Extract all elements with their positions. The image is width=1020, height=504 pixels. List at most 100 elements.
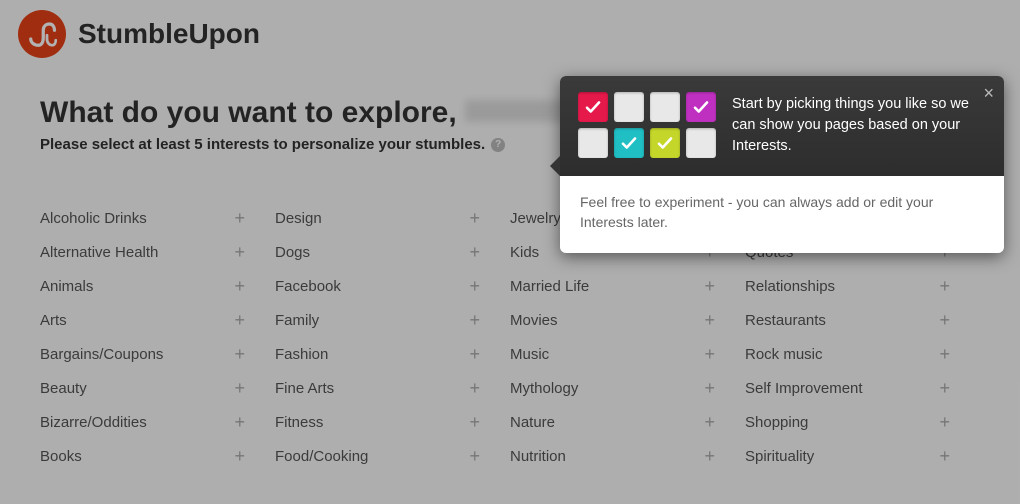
interest-label: Family <box>275 312 319 329</box>
interest-item[interactable]: Married Life+ <box>510 269 745 303</box>
interest-item[interactable]: Family + <box>275 303 510 337</box>
close-icon[interactable]: × <box>983 84 994 102</box>
interest-label: Self Improvement <box>745 380 863 397</box>
interest-item[interactable]: Fashion + <box>275 337 510 371</box>
subhead-text: Please select at least 5 interests to pe… <box>40 136 485 153</box>
interest-label: Bargains/Coupons <box>40 346 163 363</box>
check-box <box>614 128 644 158</box>
heading-prefix: What do you want to explore, <box>40 96 465 129</box>
plus-icon: + <box>234 209 245 227</box>
interest-item[interactable]: Food/Cooking + <box>275 439 510 473</box>
popover-top-text: Start by picking things you like so we c… <box>732 92 986 158</box>
interest-label: Shopping <box>745 414 808 431</box>
interest-item[interactable]: Arts + <box>40 303 275 337</box>
check-box <box>614 92 644 122</box>
interest-label: Rock music <box>745 346 823 363</box>
plus-icon: + <box>939 345 950 363</box>
interest-item[interactable]: Animals+ <box>40 269 275 303</box>
plus-icon: + <box>939 379 950 397</box>
interest-label: Fine Arts <box>275 380 334 397</box>
interest-label: Movies <box>510 312 558 329</box>
interest-item[interactable]: Nutrition+ <box>510 439 745 473</box>
check-box <box>650 128 680 158</box>
interest-item[interactable]: Fine Arts + <box>275 371 510 405</box>
plus-icon: + <box>234 345 245 363</box>
plus-icon: + <box>469 447 480 465</box>
interest-label: Arts <box>40 312 67 329</box>
interest-item[interactable]: Rock music + <box>745 337 980 371</box>
interest-item[interactable]: Music + <box>510 337 745 371</box>
interest-label: Books <box>40 448 82 465</box>
check-box <box>578 128 608 158</box>
interest-label: Fashion <box>275 346 328 363</box>
interest-label: Facebook <box>275 278 341 295</box>
check-box <box>578 92 608 122</box>
interest-label: Beauty <box>40 380 87 397</box>
plus-icon: + <box>704 345 715 363</box>
help-icon[interactable]: ? <box>491 138 505 152</box>
interest-item[interactable]: Beauty + <box>40 371 275 405</box>
header: StumbleUpon <box>0 0 1020 76</box>
plus-icon: + <box>469 243 480 261</box>
plus-icon: + <box>704 413 715 431</box>
interest-label: Design <box>275 210 322 227</box>
plus-icon: + <box>469 209 480 227</box>
popover-top: × Start by picking things you like so we… <box>560 76 1004 176</box>
interest-item[interactable]: Books + <box>40 439 275 473</box>
interest-item[interactable]: Bizarre/Oddities+ <box>40 405 275 439</box>
interest-item[interactable]: Spirituality + <box>745 439 980 473</box>
popover-arrow <box>550 156 560 176</box>
check-grid <box>578 92 716 158</box>
plus-icon: + <box>704 447 715 465</box>
plus-icon: + <box>939 277 950 295</box>
interest-label: Spirituality <box>745 448 814 465</box>
interest-item[interactable]: Nature + <box>510 405 745 439</box>
plus-icon: + <box>469 277 480 295</box>
interest-item[interactable]: Alternative Health + <box>40 235 275 269</box>
interest-item[interactable]: Relationships + <box>745 269 980 303</box>
interest-item[interactable]: Self Improvement + <box>745 371 980 405</box>
plus-icon: + <box>234 447 245 465</box>
interest-item[interactable]: Shopping + <box>745 405 980 439</box>
plus-icon: + <box>704 379 715 397</box>
interest-label: Kids <box>510 244 539 261</box>
interest-label: Relationships <box>745 278 835 295</box>
onboarding-popover: × Start by picking things you like so we… <box>560 76 1004 253</box>
interest-label: Animals <box>40 278 93 295</box>
interest-label: Music <box>510 346 549 363</box>
interest-label: Bizarre/Oddities <box>40 414 147 431</box>
interest-label: Dogs <box>275 244 310 261</box>
interest-label: Food/Cooking <box>275 448 368 465</box>
check-box <box>686 92 716 122</box>
plus-icon: + <box>469 413 480 431</box>
plus-icon: + <box>469 345 480 363</box>
interest-item[interactable]: Fitness + <box>275 405 510 439</box>
interest-item[interactable]: Movies + <box>510 303 745 337</box>
plus-icon: + <box>234 379 245 397</box>
interest-label: Fitness <box>275 414 323 431</box>
interest-label: Nature <box>510 414 555 431</box>
plus-icon: + <box>704 311 715 329</box>
plus-icon: + <box>469 311 480 329</box>
plus-icon: + <box>234 243 245 261</box>
plus-icon: + <box>469 379 480 397</box>
interest-item[interactable]: Bargains/Coupons + <box>40 337 275 371</box>
interest-item[interactable]: Alcoholic Drinks + <box>40 201 275 235</box>
interest-label: Alcoholic Drinks <box>40 210 147 227</box>
interest-item[interactable]: Dogs + <box>275 235 510 269</box>
plus-icon: + <box>939 413 950 431</box>
interest-label: Mythology <box>510 380 578 397</box>
interest-label: Jewelry <box>510 210 561 227</box>
popover-bottom-text: Feel free to experiment - you can always… <box>560 176 1004 253</box>
interest-item[interactable]: Restaurants+ <box>745 303 980 337</box>
plus-icon: + <box>234 311 245 329</box>
plus-icon: + <box>939 447 950 465</box>
interest-item[interactable]: Mythology + <box>510 371 745 405</box>
interest-item[interactable]: Design + <box>275 201 510 235</box>
interest-label: Restaurants <box>745 312 826 329</box>
check-box <box>650 92 680 122</box>
check-box <box>686 128 716 158</box>
interest-item[interactable]: Facebook + <box>275 269 510 303</box>
interest-label: Alternative Health <box>40 244 158 261</box>
interest-label: Married Life <box>510 278 589 295</box>
